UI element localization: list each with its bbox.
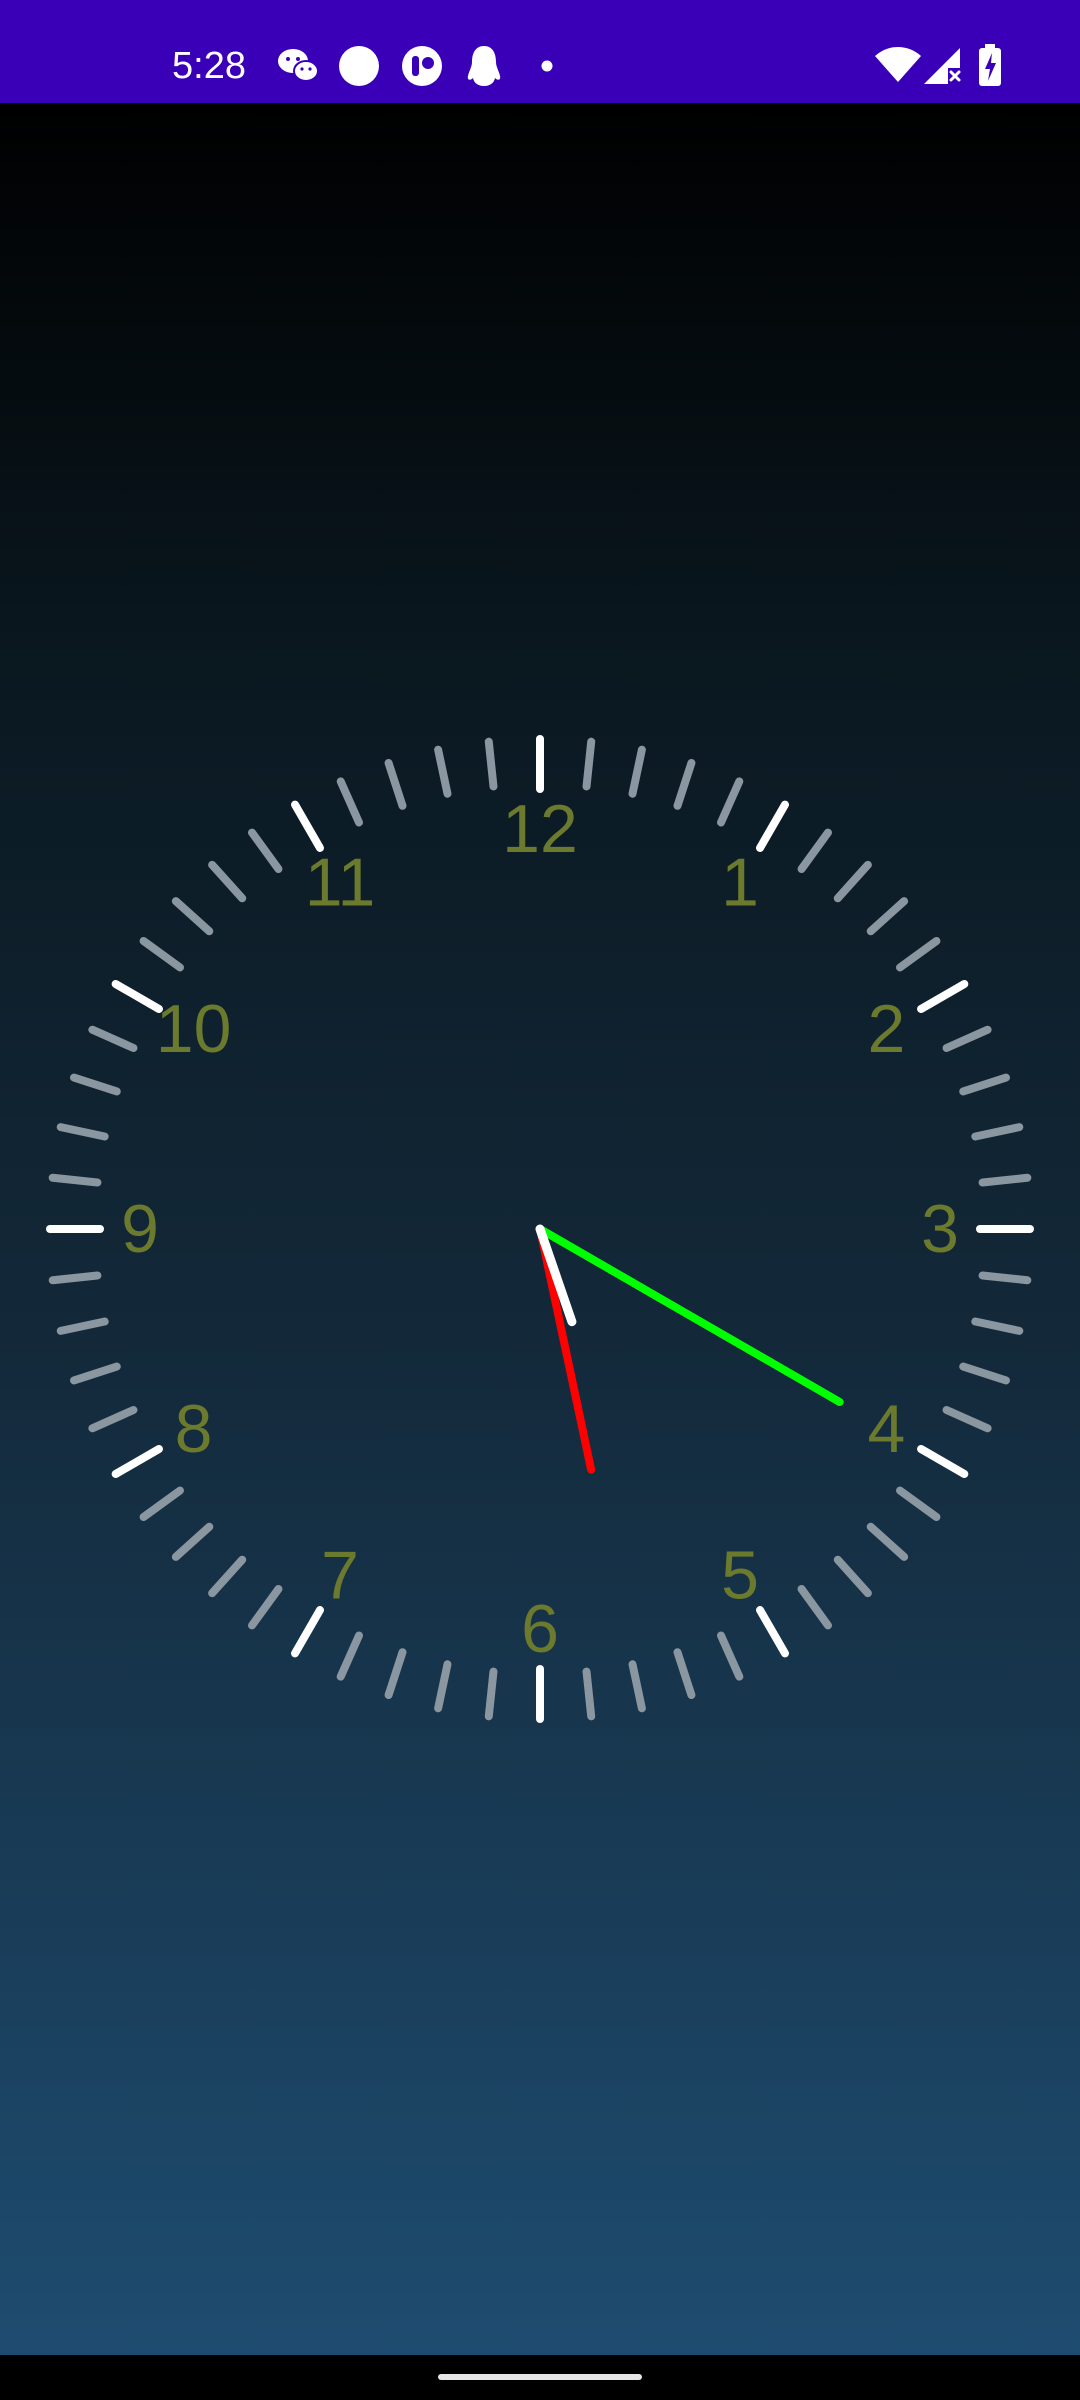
clock-number-1: 1 xyxy=(721,845,759,921)
clock-number-7: 7 xyxy=(321,1537,359,1613)
minor-tick xyxy=(484,1667,498,1721)
minor-tick xyxy=(959,1362,1011,1385)
minor-tick xyxy=(69,1362,121,1385)
second-hand xyxy=(536,1225,844,1406)
circle-app-icon xyxy=(339,46,379,86)
major-tick xyxy=(756,800,789,852)
major-tick xyxy=(917,980,969,1013)
minor-tick xyxy=(978,1173,1032,1187)
minor-tick xyxy=(942,1406,992,1433)
minor-tick xyxy=(797,1585,833,1630)
minor-tick xyxy=(628,1660,646,1713)
minor-tick xyxy=(628,745,646,798)
minor-tick xyxy=(48,1173,102,1187)
more-notifications-dot-icon xyxy=(541,60,553,72)
minor-tick xyxy=(833,860,872,903)
battery-charging-icon xyxy=(979,44,1001,86)
minor-tick xyxy=(56,1123,109,1141)
clock-number-6: 6 xyxy=(521,1591,559,1667)
minor-tick xyxy=(896,1486,941,1522)
minor-tick xyxy=(56,1317,109,1335)
minor-tick xyxy=(384,758,407,810)
minor-tick xyxy=(673,758,696,810)
navigation-bar xyxy=(0,2355,1080,2400)
minor-tick xyxy=(171,1522,214,1561)
clock-screen: 12 1 2 3 4 5 6 7 8 9 10 11 xyxy=(0,103,1080,2355)
minor-tick xyxy=(434,1660,452,1713)
major-tick xyxy=(111,980,163,1013)
minor-tick xyxy=(171,897,214,936)
wechat-icon xyxy=(278,49,319,82)
cellular-no-signal-icon xyxy=(924,48,961,84)
minor-tick xyxy=(978,1271,1032,1285)
minor-tick xyxy=(717,1631,744,1681)
minor-tick xyxy=(582,737,596,791)
major-tick xyxy=(917,1445,969,1478)
clock-number-12: 12 xyxy=(502,791,578,867)
minor-tick xyxy=(971,1317,1024,1335)
minor-tick xyxy=(69,1073,121,1096)
qq-penguin-icon xyxy=(467,46,501,86)
major-tick xyxy=(291,1606,324,1658)
minor-tick xyxy=(336,1631,363,1681)
minor-tick xyxy=(139,1486,184,1522)
minor-tick xyxy=(971,1123,1024,1141)
analog-clock: 121234567891011 xyxy=(46,735,1034,1723)
status-time: 5:28 xyxy=(172,45,246,87)
minor-tick xyxy=(88,1406,138,1433)
clock-number-2: 2 xyxy=(867,991,905,1067)
minor-tick xyxy=(797,828,833,873)
minor-tick xyxy=(942,1025,992,1052)
minor-tick xyxy=(866,1522,909,1561)
minor-tick xyxy=(582,1667,596,1721)
clock-number-3: 3 xyxy=(921,1191,959,1267)
gesture-handle[interactable] xyxy=(438,2374,642,2380)
clock-number-10: 10 xyxy=(156,991,232,1067)
clock-number-5: 5 xyxy=(721,1537,759,1613)
minor-tick xyxy=(484,737,498,791)
minor-tick xyxy=(896,936,941,972)
minor-tick xyxy=(384,1648,407,1700)
minor-tick xyxy=(208,860,247,903)
minor-tick xyxy=(336,777,363,827)
minor-tick xyxy=(48,1271,102,1285)
clock-number-9: 9 xyxy=(121,1191,159,1267)
major-tick xyxy=(756,1606,789,1658)
minor-tick xyxy=(208,1555,247,1598)
minor-tick xyxy=(139,936,184,972)
major-tick xyxy=(291,800,324,852)
minor-tick xyxy=(717,777,744,827)
minor-tick xyxy=(247,1585,283,1630)
clock-number-4: 4 xyxy=(867,1391,905,1467)
major-tick xyxy=(111,1445,163,1478)
minor-tick xyxy=(88,1025,138,1052)
clock-number-8: 8 xyxy=(175,1391,213,1467)
minor-tick xyxy=(434,745,452,798)
status-bar: 5:28 xyxy=(0,0,1080,103)
minor-tick xyxy=(833,1555,872,1598)
clock-number-11: 11 xyxy=(305,845,376,921)
wifi-icon xyxy=(875,47,921,82)
minor-tick xyxy=(959,1073,1011,1096)
toggle-app-icon xyxy=(402,46,442,86)
minor-tick xyxy=(247,828,283,873)
minor-tick xyxy=(866,897,909,936)
minor-tick xyxy=(673,1648,696,1700)
